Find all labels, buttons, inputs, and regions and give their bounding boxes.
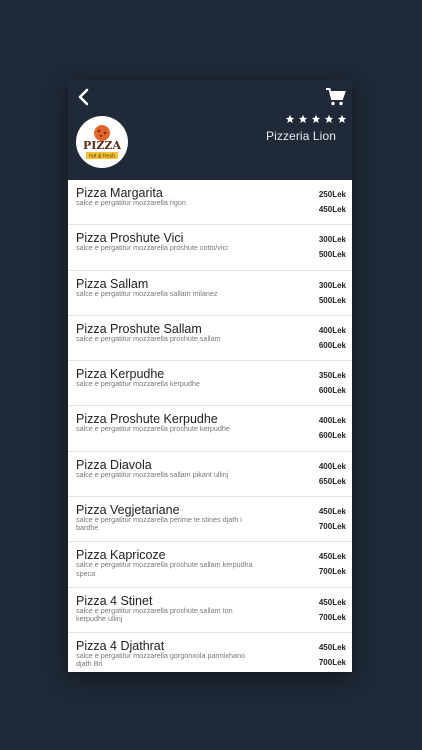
price-large: 500Lek — [318, 295, 346, 305]
price-small: 450Lek — [318, 642, 346, 652]
price-small: 400Lek — [318, 461, 346, 471]
item-description: salce e pergatitur mozzarella proshute s… — [76, 333, 221, 343]
back-button[interactable] — [74, 86, 96, 108]
item-description: salce e pergatitur mozzarella kerpudhe — [76, 379, 200, 389]
price-large: 700Lek — [318, 612, 346, 622]
price-small: 350Lek — [318, 371, 346, 381]
price-small: 250Lek — [318, 190, 346, 199]
item-description: salce e pergatitur mozzarella perime te … — [76, 515, 242, 533]
item-description: salce e pergatitur mozzarella proshute k… — [76, 424, 230, 434]
price-small: 300Lek — [318, 280, 346, 290]
restaurant-header: PIZZA hot & fresh Pizzeria Lion — [68, 80, 352, 180]
price-small: 450Lek — [318, 552, 346, 562]
restaurant-name: Pizzeria Lion — [265, 129, 336, 143]
price-large: 450Lek — [318, 205, 346, 214]
price-small: 450Lek — [318, 597, 346, 607]
menu-item[interactable]: Pizza Proshute Kerpudhe salce e pergatit… — [68, 406, 352, 452]
price-large: 650Lek — [318, 476, 346, 486]
menu-item[interactable]: Pizza Kapricoze salce e pergatitur mozza… — [68, 542, 352, 588]
price-small: 400Lek — [318, 416, 346, 426]
price-large: 600Lek — [318, 340, 346, 350]
menu-item[interactable]: Pizza Proshute Vici salce e pergatitur m… — [68, 225, 352, 271]
price-small: 300Lek — [318, 235, 346, 245]
item-description: salce e pergatitur mozzarella proshute s… — [76, 560, 253, 578]
chevron-left-icon — [78, 88, 89, 106]
app-screen: PIZZA hot & fresh Pizzeria Lion Pizza Ma… — [68, 80, 352, 672]
restaurant-logo: PIZZA hot & fresh — [76, 116, 128, 168]
item-description: salce e pergatitur mozzarella gorgonxola… — [76, 650, 245, 669]
star-icon — [285, 114, 295, 123]
menu-item[interactable]: Pizza Proshute Sallam salce e pergatitur… — [68, 316, 352, 362]
item-description: salce e pergatitur mozzarella proshute c… — [76, 243, 228, 253]
menu-item[interactable]: Pizza 4 Stinet salce e pergatitur mozzar… — [68, 588, 352, 633]
cart-button[interactable] — [325, 86, 347, 108]
star-icon — [324, 114, 334, 123]
star-icon — [337, 114, 347, 123]
star-icon — [311, 114, 321, 123]
star-icon — [298, 114, 308, 123]
menu-item[interactable]: Pizza Margarita salce e pergatitur mozza… — [68, 180, 352, 226]
item-description: salce e pergatitur mozzarella sallam pik… — [76, 469, 229, 479]
price-small: 450Lek — [318, 507, 346, 517]
price-large: 600Lek — [318, 431, 346, 441]
menu-item[interactable]: Pizza Sallam salce e pergatitur mozzarel… — [68, 271, 352, 316]
price-large: 500Lek — [318, 250, 346, 260]
item-description: salce e pergatitur mozzarella rigon — [76, 198, 186, 207]
menu-item[interactable]: Pizza 4 Djathrat salce e pergatitur mozz… — [68, 633, 352, 672]
menu-list: Pizza Margarita salce e pergatitur mozza… — [68, 180, 352, 672]
logo-title: PIZZA — [83, 139, 121, 152]
price-small: 400Lek — [318, 325, 346, 335]
item-description: salce e pergatitur mozzarella proshute s… — [76, 605, 233, 623]
menu-item[interactable]: Pizza Kerpudhe salce e pergatitur mozzar… — [68, 361, 352, 407]
price-large: 700Lek — [318, 522, 346, 532]
rating-stars — [285, 114, 347, 124]
price-large: 600Lek — [318, 386, 346, 396]
price-large: 700Lek — [318, 657, 346, 667]
menu-item[interactable]: Pizza Diavola salce e pergatitur mozzare… — [68, 452, 352, 498]
cart-icon — [326, 88, 346, 106]
menu-item[interactable]: Pizza Vegjetariane salce e pergatitur mo… — [68, 497, 352, 543]
price-large: 700Lek — [318, 567, 346, 577]
item-description: salce e pergatitur mozzarella sallam mil… — [76, 288, 218, 298]
logo-subtitle: hot & fresh — [89, 154, 115, 160]
